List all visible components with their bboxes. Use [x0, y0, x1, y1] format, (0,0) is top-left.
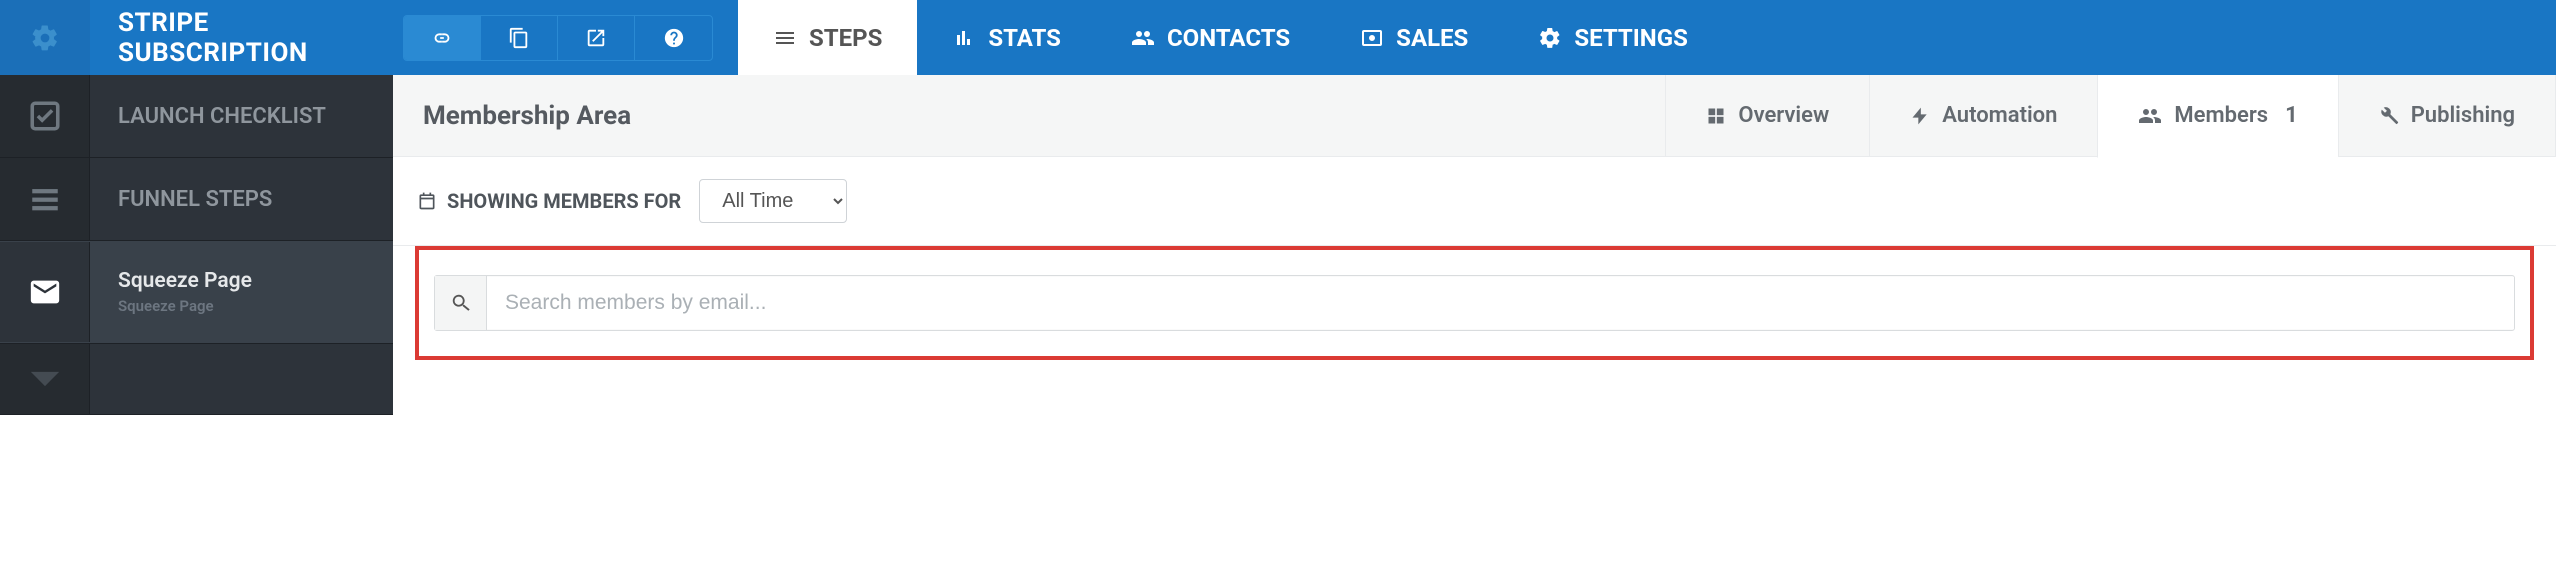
- launch-checklist-label: LAUNCH CHECKLIST: [90, 104, 393, 129]
- time-filter-select[interactable]: All Time: [699, 179, 847, 223]
- squeeze-sub: Squeeze Page: [118, 297, 393, 315]
- top-bar: STRIPE SUBSCRIPTION STEPS STATS CONTACTS: [0, 0, 2556, 75]
- tab-automation-label: Automation: [1942, 103, 2057, 128]
- nav-stats-label: STATS: [988, 24, 1061, 52]
- top-icon-button-group: [403, 15, 713, 61]
- external-link-icon-button[interactable]: [558, 16, 635, 60]
- tab-publishing[interactable]: Publishing: [2338, 75, 2556, 157]
- sidebar-step-squeeze[interactable]: Squeeze Page Squeeze Page: [0, 241, 393, 344]
- tab-overview[interactable]: Overview: [1665, 75, 1869, 157]
- sidebar-next-label: [90, 344, 393, 414]
- tab-members[interactable]: Members 1: [2097, 75, 2337, 158]
- squeeze-title: Squeeze Page: [118, 269, 393, 293]
- gear-icon[interactable]: [0, 0, 90, 75]
- tab-overview-label: Overview: [1738, 103, 1829, 128]
- nav-sales[interactable]: SALES: [1325, 0, 1503, 75]
- sidebar-funnel-steps[interactable]: FUNNEL STEPS: [0, 158, 393, 241]
- nav-steps[interactable]: STEPS: [738, 0, 917, 75]
- content-header: Membership Area Overview Automation Memb…: [393, 75, 2556, 157]
- filter-label-text: SHOWING MEMBERS FOR: [447, 189, 681, 213]
- search-wrap: [434, 275, 2515, 331]
- chevron-down-icon: [0, 344, 90, 414]
- link-icon-button[interactable]: [404, 16, 481, 60]
- calendar-icon: [417, 191, 437, 211]
- nav-contacts[interactable]: CONTACTS: [1096, 0, 1325, 75]
- top-nav: STEPS STATS CONTACTS SALES SETTINGS: [738, 0, 1723, 75]
- funnel-steps-label: FUNNEL STEPS: [90, 187, 393, 212]
- search-input[interactable]: [487, 277, 2514, 329]
- tab-members-count: 1: [2285, 103, 2298, 128]
- copy-icon-button[interactable]: [481, 16, 558, 60]
- nav-steps-label: STEPS: [809, 24, 882, 52]
- envelope-icon: [0, 242, 90, 342]
- search-area: [393, 246, 2556, 370]
- content-tabs: Overview Automation Members 1 Publishing: [1665, 75, 2556, 157]
- tab-members-label: Members: [2174, 103, 2268, 128]
- nav-contacts-label: CONTACTS: [1167, 24, 1290, 52]
- checklist-icon: [0, 75, 90, 157]
- filter-label: SHOWING MEMBERS FOR: [417, 189, 681, 213]
- content-title: Membership Area: [393, 101, 1665, 131]
- tab-publishing-label: Publishing: [2411, 103, 2515, 128]
- help-icon-button[interactable]: [635, 16, 712, 60]
- nav-stats[interactable]: STATS: [917, 0, 1096, 75]
- nav-settings-label: SETTINGS: [1574, 24, 1688, 52]
- sidebar-launch-checklist[interactable]: LAUNCH CHECKLIST: [0, 75, 393, 158]
- content-area: Membership Area Overview Automation Memb…: [393, 75, 2556, 415]
- filter-bar: SHOWING MEMBERS FOR All Time: [393, 157, 2556, 246]
- sidebar: LAUNCH CHECKLIST FUNNEL STEPS Squeeze Pa…: [0, 75, 393, 415]
- list-icon: [0, 158, 90, 240]
- search-icon: [435, 276, 487, 330]
- search-highlight-box: [415, 246, 2534, 360]
- nav-sales-label: SALES: [1396, 24, 1468, 52]
- sidebar-next-row[interactable]: [0, 344, 393, 415]
- nav-settings[interactable]: SETTINGS: [1503, 0, 1723, 75]
- tab-automation[interactable]: Automation: [1869, 75, 2097, 157]
- page-title: STRIPE SUBSCRIPTION: [90, 8, 393, 68]
